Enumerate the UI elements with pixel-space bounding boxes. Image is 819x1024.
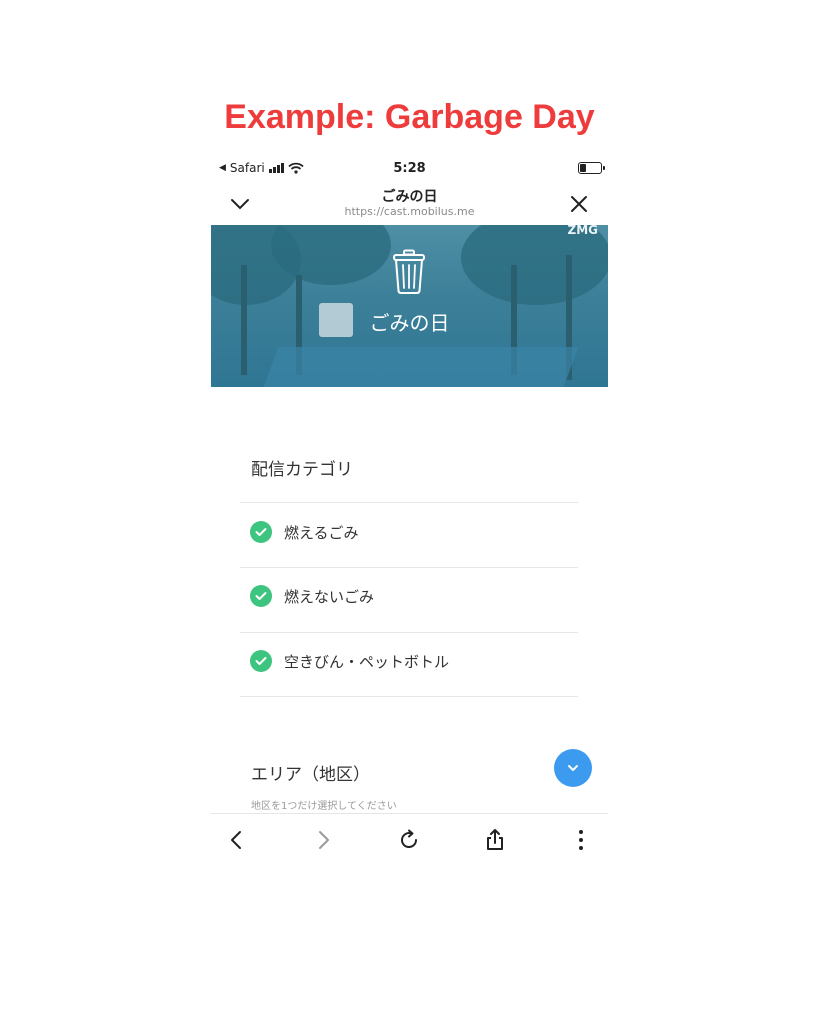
more-vertical-icon[interactable] xyxy=(568,827,594,853)
scroll-down-button[interactable] xyxy=(554,749,592,787)
reload-icon[interactable] xyxy=(396,827,422,853)
divider xyxy=(240,567,578,568)
check-circle-icon[interactable] xyxy=(250,521,272,543)
divider xyxy=(240,632,578,633)
page-title: ごみの日 xyxy=(381,189,438,205)
category-item-nonburnable[interactable]: 燃えないごみ xyxy=(250,583,374,609)
category-item-label: 燃えないごみ xyxy=(284,587,375,606)
hero-banner: ZMG ごみの日 xyxy=(211,225,608,387)
category-heading: 配信カテゴリ xyxy=(251,460,353,480)
caption-title: Example: Garbage Day xyxy=(224,98,595,136)
close-icon[interactable] xyxy=(566,191,592,217)
category-item-label: 空きびん・ペットボトル xyxy=(284,652,450,671)
tree-canopy xyxy=(461,225,608,305)
trash-can-icon xyxy=(393,249,425,294)
area-heading: エリア（地区） xyxy=(251,765,370,785)
share-icon[interactable] xyxy=(482,827,508,853)
category-item-burnable[interactable]: 燃えるごみ xyxy=(250,519,359,545)
chevron-right-icon[interactable] xyxy=(310,827,336,853)
area-hint: 地区を1つだけ選択してください xyxy=(251,801,397,812)
road-shape xyxy=(263,347,579,387)
browser-header: ごみの日 https://cast.mobilus.me xyxy=(211,183,608,225)
category-item-label: 燃えるごみ xyxy=(284,523,359,542)
hero-title: ごみの日 xyxy=(369,311,450,335)
page-url: https://cast.mobilus.me xyxy=(344,205,475,218)
divider xyxy=(240,696,578,697)
hero-logo: ZMG xyxy=(567,225,599,237)
status-bar: ◀ Safari 5:28 xyxy=(211,155,608,183)
chevron-left-icon[interactable] xyxy=(224,827,250,853)
divider xyxy=(240,502,578,503)
check-circle-icon[interactable] xyxy=(250,650,272,672)
phone-screen: ◀ Safari 5:28 ごみの日 https://cast.mobilus.… xyxy=(211,155,608,865)
battery-icon xyxy=(578,162,605,174)
status-time: 5:28 xyxy=(393,161,426,176)
browser-toolbar xyxy=(211,813,608,865)
chevron-down-icon xyxy=(568,765,578,771)
category-item-bottles[interactable]: 空きびん・ペットボトル xyxy=(250,648,449,674)
check-circle-icon[interactable] xyxy=(250,585,272,607)
